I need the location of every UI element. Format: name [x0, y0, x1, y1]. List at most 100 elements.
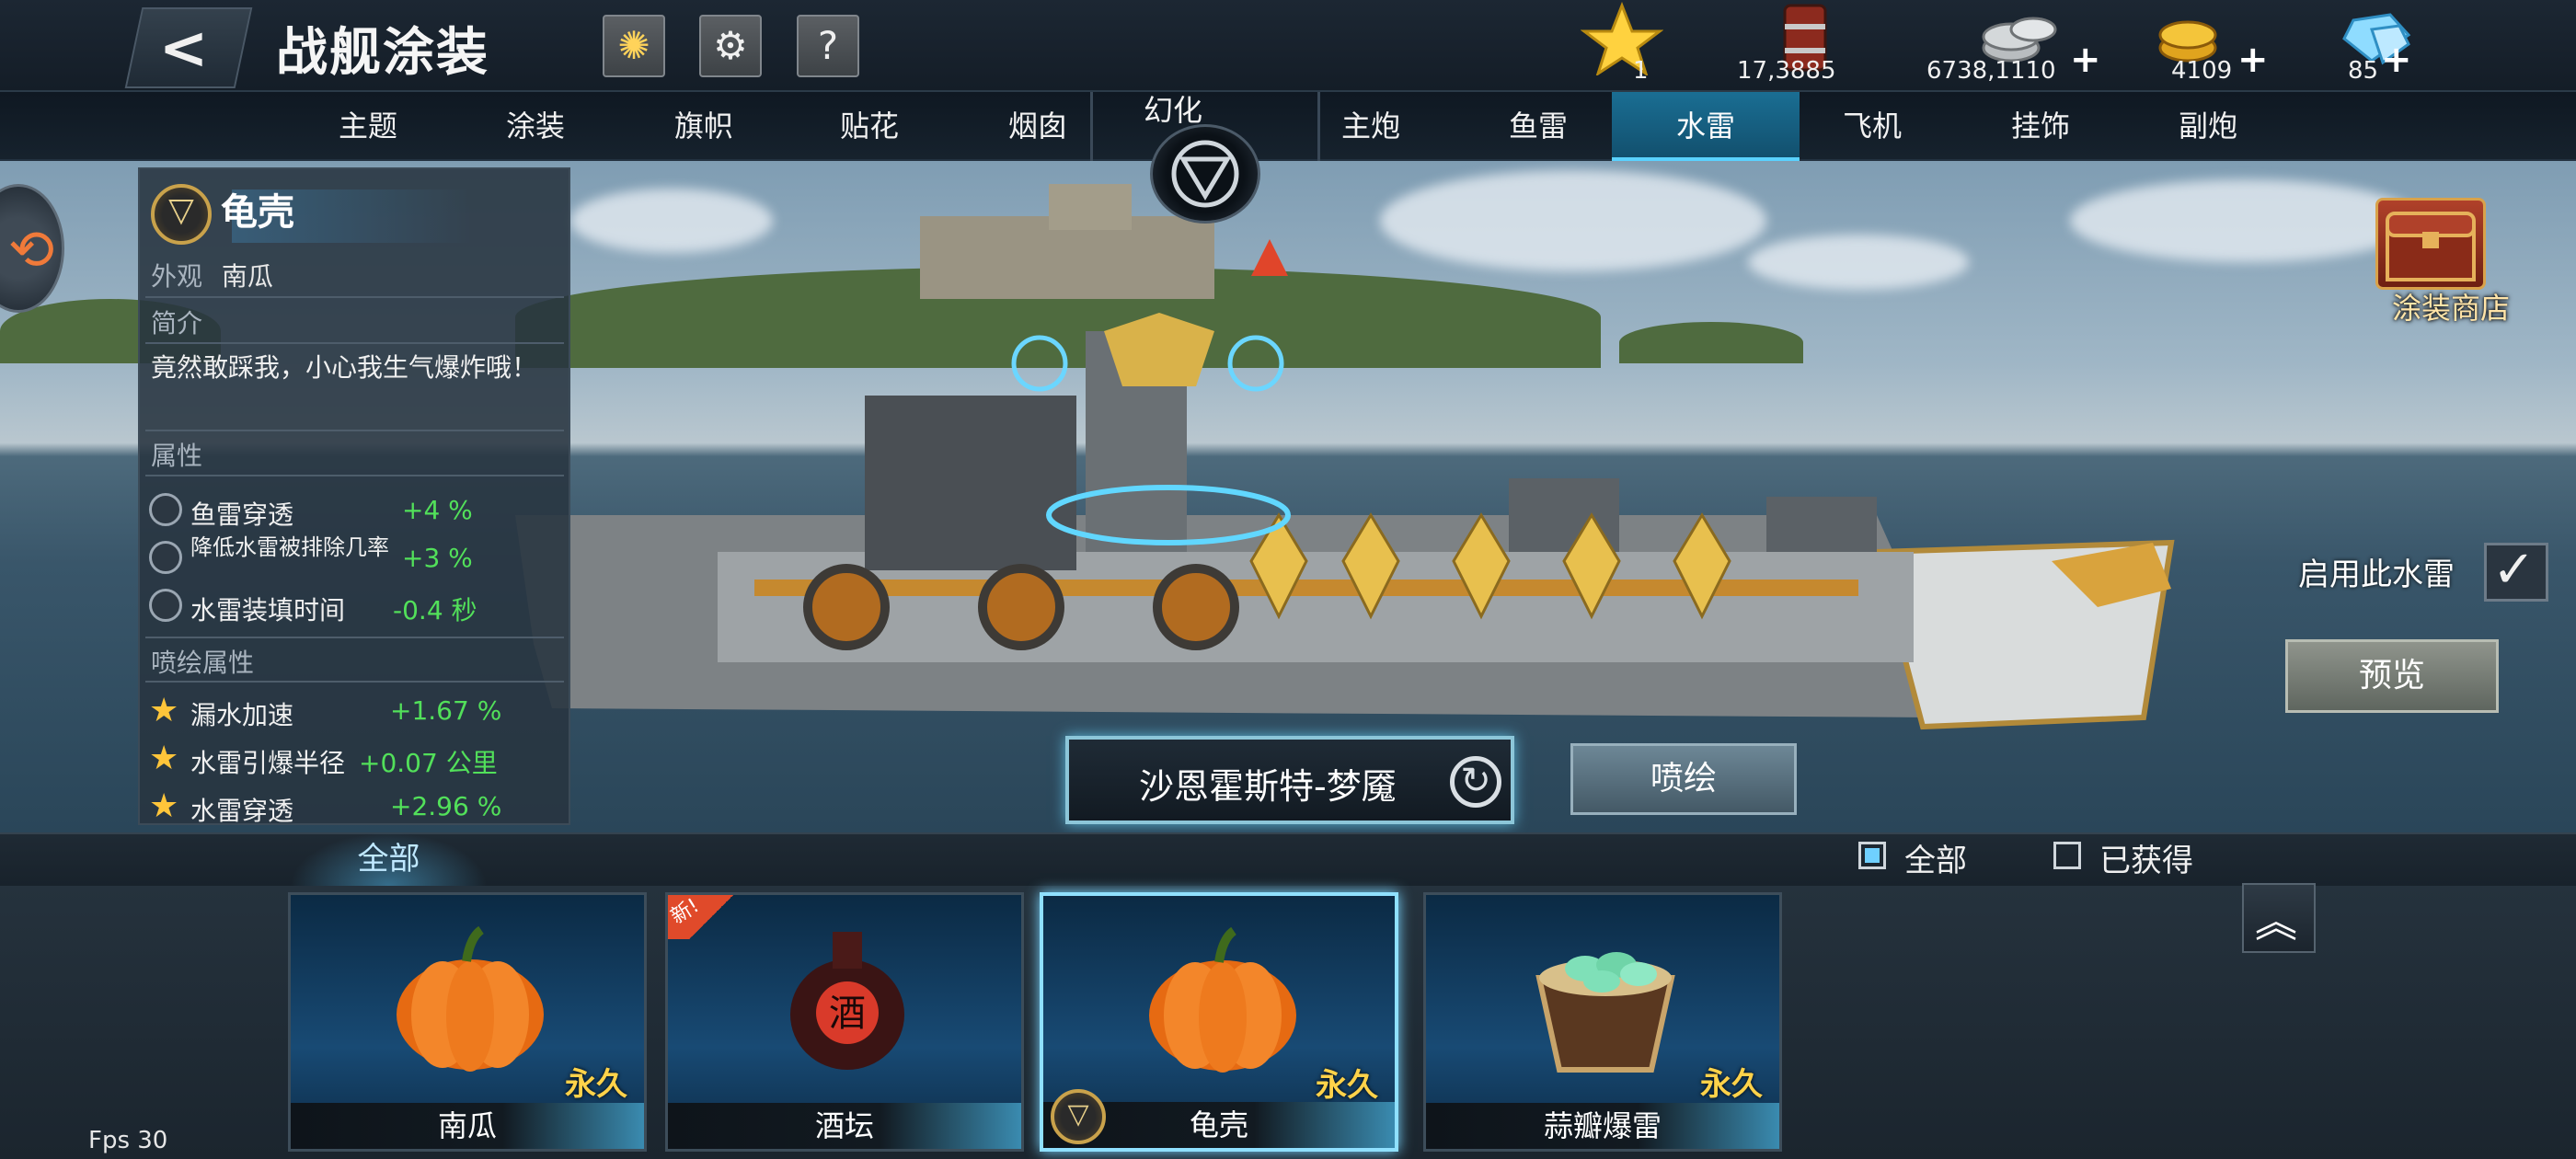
mine-emblem-icon — [1051, 1089, 1106, 1144]
attributes-label: 属性 — [151, 441, 203, 471]
fps-counter: Fps 30 — [88, 1127, 168, 1154]
item-name: 酒坛 — [668, 1103, 1021, 1149]
divider — [145, 475, 564, 476]
paint-shop-label: 涂装商店 — [2392, 291, 2511, 326]
attribute-value: +4 % — [402, 495, 473, 525]
filter-all-label: 全部 — [1904, 843, 1967, 879]
transform-button[interactable] — [1150, 124, 1260, 224]
star-icon — [1581, 2, 1663, 75]
resource-gold[interactable]: 4109 + — [2144, 0, 2282, 92]
attribute-row: 水雷装填时间 -0.4 秒 — [149, 585, 563, 631]
item-card-wine-jar[interactable]: 酒 新! 酒坛 — [665, 892, 1024, 1152]
tab-torpedo[interactable]: 鱼雷 — [1455, 92, 1621, 161]
paint-attribute-row: ★ 水雷穿透 +2.96 % — [149, 786, 563, 832]
page-title: 战舰涂装 — [276, 23, 489, 83]
item-name: 龟壳 — [221, 191, 294, 234]
paint-attribute-value: +2.96 % — [390, 791, 502, 821]
treasure-chest-icon — [2386, 212, 2476, 281]
tab-theme[interactable]: 主题 — [285, 92, 451, 161]
diamond-value: 85 — [2348, 57, 2379, 85]
paint-attribute-row: ★ 水雷引爆半径 +0.07 公里 — [149, 738, 563, 784]
paint-attribute-row: ★ 漏水加速 +1.67 % — [149, 690, 563, 736]
filter-all-checkbox[interactable] — [1858, 842, 1886, 869]
tab-paint[interactable]: 涂装 — [453, 92, 618, 161]
filter-owned-checkbox[interactable] — [2053, 842, 2081, 869]
help-button[interactable]: ? — [797, 15, 859, 77]
item-card-pumpkin[interactable]: 永久 南瓜 — [288, 892, 647, 1152]
duration-label: 永久 — [1316, 1067, 1378, 1104]
divider — [145, 681, 564, 683]
resource-stars[interactable]: 1 — [1564, 0, 1665, 92]
enable-mine-checkbox[interactable]: ✓ — [2484, 540, 2548, 602]
gold-value: 4109 — [2171, 57, 2233, 85]
attribute-value: +3 % — [402, 543, 473, 573]
duration-label: 永久 — [1700, 1066, 1763, 1103]
svg-text:酒: 酒 — [829, 993, 866, 1035]
ship-selector[interactable]: 沙恩霍斯特-梦魇 ↻ — [1065, 736, 1514, 824]
settings-button[interactable]: ⚙ — [699, 15, 762, 77]
fireworks-icon: ✺ — [617, 23, 650, 68]
filter-owned-label: 已获得 — [2099, 843, 2193, 879]
pumpkin-icon — [1149, 926, 1296, 1073]
filter-tab-all[interactable]: 全部 — [290, 832, 488, 886]
paint-attribute-name: 水雷引爆半径 — [190, 748, 346, 778]
tab-flag[interactable]: 旗帜 — [621, 92, 787, 161]
double-chevron-up-icon: ︽ — [2255, 897, 2297, 947]
attribute-icon — [149, 589, 182, 622]
attribute-row: 降低水雷被排除几率 +3 % — [149, 535, 563, 583]
divider — [145, 430, 564, 431]
rotate-icon: ⟲ — [8, 218, 55, 282]
stars-value: 1 — [1633, 57, 1649, 85]
resource-oil[interactable]: 17,3885 — [1730, 0, 1868, 92]
attribute-name: 鱼雷穿透 — [190, 499, 294, 530]
question-icon: ? — [817, 23, 839, 68]
divider — [145, 637, 564, 638]
resource-diamond[interactable]: 85 + — [2328, 0, 2456, 92]
attribute-icon — [149, 541, 182, 574]
item-card-garlic-mine[interactable]: 永久 蒜瓣爆雷 — [1423, 892, 1782, 1152]
tab-ornament[interactable]: 挂饰 — [1958, 92, 2123, 161]
attribute-row: 鱼雷穿透 +4 % — [149, 489, 563, 535]
spray-paint-button[interactable]: 喷绘 — [1570, 743, 1797, 815]
tab-main-gun[interactable]: 主炮 — [1288, 92, 1454, 161]
ship-name: 沙恩霍斯特-梦魇 — [1139, 766, 1397, 807]
oil-value: 17,3885 — [1737, 57, 1836, 85]
tab-mine[interactable]: 水雷 — [1612, 92, 1800, 161]
fireworks-button[interactable]: ✺ — [603, 15, 665, 77]
preview-button[interactable]: 预览 — [2285, 639, 2499, 713]
equipped-emblem — [1051, 1089, 1106, 1144]
wine-jar-icon: 酒 — [790, 932, 904, 1070]
silver-value: 6738,1110 — [1926, 57, 2056, 85]
add-silver-icon[interactable]: + — [2070, 39, 2101, 81]
back-button[interactable]: < — [124, 7, 253, 88]
star-icon: ★ — [149, 692, 179, 729]
mine-emblem-icon — [151, 184, 212, 245]
appearance-row: 外观 南瓜 — [151, 257, 273, 293]
tab-secondary-gun[interactable]: 副炮 — [2125, 92, 2291, 161]
divider — [145, 342, 564, 344]
paint-shop-button[interactable] — [2375, 198, 2486, 290]
paint-attribute-value: +1.67 % — [390, 695, 502, 726]
add-diamond-icon[interactable]: + — [2381, 39, 2412, 81]
enable-mine-label: 启用此水雷 — [2298, 557, 2455, 593]
category-tab-bar: 主题 涂装 旗帜 贴花 烟囱 主炮 鱼雷 水雷 飞机 挂饰 副炮 — [0, 92, 2576, 161]
back-arrow-icon: < — [158, 15, 209, 83]
item-info-panel: 龟壳 外观 南瓜 简介 竟然敢踩我，小心我生气爆炸哦！ 属性 鱼雷穿透 +4 %… — [138, 167, 570, 826]
transform-emblem-icon — [1171, 140, 1239, 208]
item-card-turtle-shell[interactable]: 永久 龟壳 — [1040, 892, 1398, 1152]
intro-label: 简介 — [151, 308, 203, 339]
tab-decal[interactable]: 贴花 — [787, 92, 952, 161]
star-icon: ★ — [149, 740, 179, 777]
switch-ship-icon[interactable]: ↻ — [1450, 756, 1501, 808]
appearance-label: 外观 — [151, 261, 203, 292]
add-gold-icon[interactable]: + — [2237, 39, 2269, 81]
collapse-list-button[interactable]: ︽ — [2242, 883, 2316, 953]
new-badge: 新! — [668, 895, 758, 939]
attribute-name: 水雷装填时间 — [190, 595, 346, 625]
attribute-icon — [149, 493, 182, 526]
item-name-row: 龟壳 — [151, 182, 294, 245]
garlic-bowl-icon — [1535, 952, 1675, 1073]
resource-silver[interactable]: 6738,1110 + — [1923, 0, 2107, 92]
paint-attribute-value: +0.07 公里 — [359, 748, 498, 778]
tab-aircraft[interactable]: 飞机 — [1789, 92, 1955, 161]
